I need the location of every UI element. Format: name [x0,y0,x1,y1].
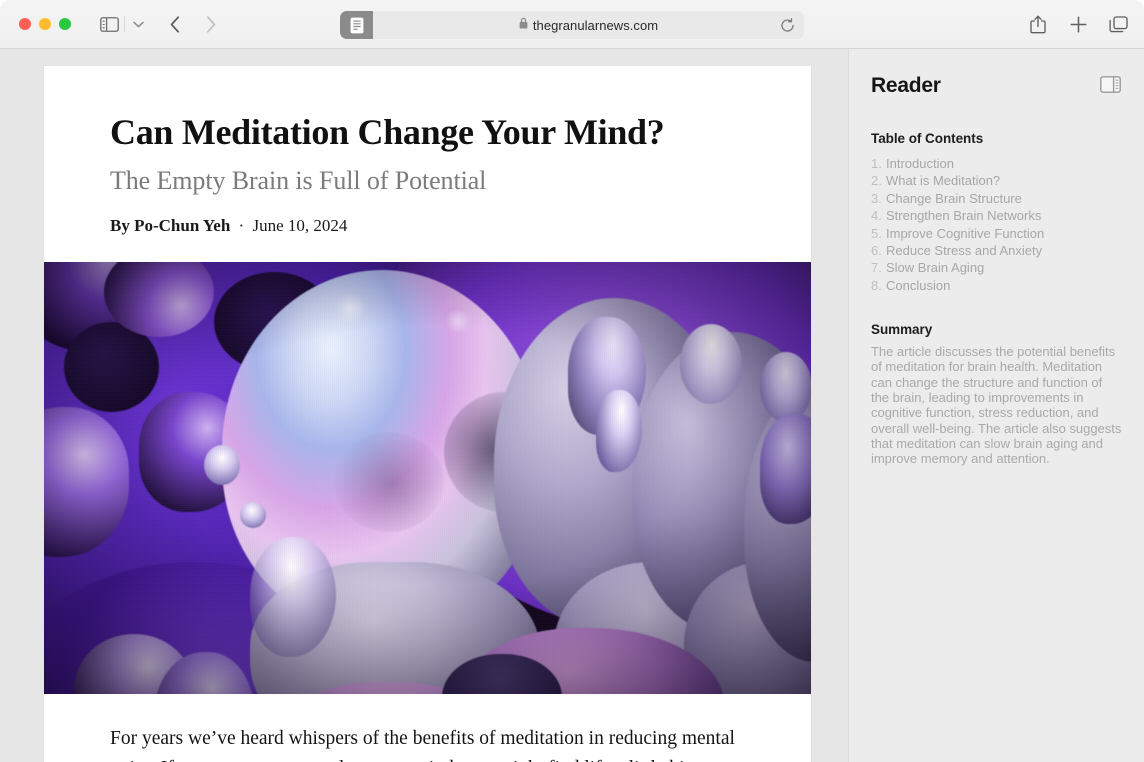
url-field[interactable]: thegranularnews.com [373,11,804,39]
chevron-left-icon[interactable] [167,12,183,36]
byline-author: By Po-Chun Yeh [110,216,231,236]
article-byline: By Po-Chun Yeh · June 10, 2024 [110,216,745,236]
toc-label: Improve Cognitive Function [886,225,1045,241]
tab-overview-icon[interactable] [1108,14,1128,36]
toc-label: Change Brain Structure [886,190,1022,206]
toc-label: Conclusion [886,277,951,293]
toc-item-reduce-stress-and-anxiety[interactable]: 6. Reduce Stress and Anxiety [871,242,1122,259]
toc-label: What is Meditation? [886,173,1001,189]
table-of-contents-list: 1. Introduction 2. What is Meditation? 3… [871,155,1122,294]
window-controls [19,18,71,30]
reader-layout-icon[interactable] [1100,76,1122,96]
toc-item-what-is-meditation[interactable]: 2. What is Meditation? [871,172,1122,189]
toc-item-strengthen-brain-networks[interactable]: 4. Strengthen Brain Networks [871,207,1122,224]
reader-document-icon [350,17,363,33]
address-bar[interactable]: thegranularnews.com [340,11,804,39]
byline-separator: · [238,216,245,236]
sidebar-icon[interactable] [96,12,122,36]
share-icon[interactable] [1028,14,1048,36]
chevron-right-icon[interactable] [203,12,219,36]
article-header: Can Meditation Change Your Mind? The Emp… [44,66,811,262]
toolbar-right-actions [1028,0,1128,49]
toc-number: 4. [871,208,882,224]
sidebar-controls [96,12,149,36]
article-paragraph: For years we’ve heard whispers of the be… [110,728,735,762]
toc-number: 3. [871,190,882,206]
reader-header: Reader [871,71,1122,101]
maximize-button[interactable] [59,18,71,30]
toc-item-conclusion[interactable]: 8. Conclusion [871,277,1122,294]
summary-text: The article discusses the potential bene… [871,344,1122,467]
chevron-down-icon[interactable] [127,12,149,36]
toc-item-change-brain-structure[interactable]: 3. Change Brain Structure [871,190,1122,207]
close-button[interactable] [19,18,31,30]
safari-window: thegranularnews.com Can Meditation Chang… [0,0,1144,762]
browser-toolbar: thegranularnews.com [0,0,1144,49]
toc-label: Introduction [886,156,954,172]
reader-sidebar: Reader Table of Contents 1. Introduction… [848,49,1144,762]
article-card: Can Meditation Change Your Mind? The Emp… [44,66,811,762]
toc-item-slow-brain-aging[interactable]: 7. Slow Brain Aging [871,259,1122,276]
reader-mode-button[interactable] [340,11,373,39]
navigation-controls [167,12,219,36]
article-subtitle: The Empty Brain is Full of Potential [110,166,487,196]
reader-title: Reader [871,74,941,97]
toc-number: 5. [871,225,882,241]
reload-icon[interactable] [780,11,795,39]
window-content: Can Meditation Change Your Mind? The Emp… [0,49,1144,762]
toc-number: 2. [871,173,882,189]
toc-label: Reduce Stress and Anxiety [886,243,1043,259]
byline-date: June 10, 2024 [252,216,348,236]
page-title: Can Meditation Change Your Mind? [110,112,665,152]
toc-item-introduction[interactable]: 1. Introduction [871,155,1122,172]
summary-heading: Summary [871,322,933,338]
web-page-pane: Can Meditation Change Your Mind? The Emp… [0,49,848,762]
minimize-button[interactable] [39,18,51,30]
article-hero-image [44,262,811,695]
toc-number: 6. [871,243,882,259]
toc-number: 1. [871,156,882,172]
toc-label: Slow Brain Aging [886,260,985,276]
lock-icon [519,16,528,34]
toc-number: 8. [871,277,882,293]
toc-item-improve-cognitive-function[interactable]: 5. Improve Cognitive Function [871,225,1122,242]
toc-heading: Table of Contents [871,131,984,146]
toc-label: Strengthen Brain Networks [886,208,1042,224]
url-text: thegranularnews.com [532,17,659,33]
plus-icon[interactable] [1068,14,1088,36]
toolbar-divider [124,16,125,32]
article-body: For years we’ve heard whispers of the be… [44,694,811,762]
toc-number: 7. [871,260,882,276]
